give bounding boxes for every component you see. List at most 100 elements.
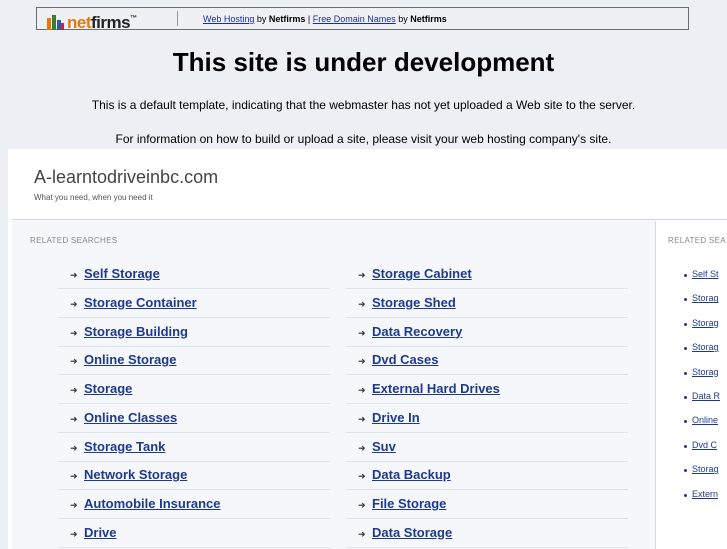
related-search-link[interactable]: Online Storage: [84, 352, 176, 367]
banner-separator: |: [305, 14, 313, 24]
arrow-icon: ➜: [358, 298, 366, 309]
list-item: ➜ Storage Tank: [58, 434, 330, 462]
page-title: This site is under development: [172, 47, 555, 77]
arrow-icon: ➜: [358, 528, 366, 539]
list-item: ➜ Network Storage: [58, 462, 330, 491]
arrow-icon: ➜: [70, 528, 78, 539]
arrow-icon: ➜: [70, 327, 78, 338]
sidebar-search-link[interactable]: Storag: [692, 318, 719, 328]
sidebar-search-link[interactable]: Dvd C: [692, 440, 717, 450]
list-item: ➜ External Hard Drives: [346, 376, 628, 404]
logo-firms-text: firms: [91, 13, 131, 32]
related-search-link[interactable]: Suv: [372, 439, 396, 454]
sidebar-related-label: RELATED SEA: [668, 236, 726, 245]
bullet-icon: [684, 420, 687, 424]
related-links-left-column: ➜ Self Storage ➜ Storage Container ➜ Storage …: [58, 261, 330, 549]
list-item: ➜ Storage Building: [58, 319, 330, 347]
related-search-link[interactable]: Storage Building: [84, 324, 188, 339]
bullet-icon: [684, 322, 687, 326]
related-search-link[interactable]: Network Storage: [84, 467, 187, 482]
arrow-icon: ➜: [70, 298, 78, 309]
sidebar-search-link[interactable]: Storag: [692, 367, 719, 377]
bullet-icon: [684, 298, 687, 302]
arrow-icon: ➜: [70, 442, 78, 453]
arrow-icon: ➜: [358, 413, 366, 424]
banner-brand-text: Netfirms: [410, 14, 447, 24]
bullet-icon: [684, 493, 687, 497]
sidebar-search-link[interactable]: Data R: [692, 391, 720, 401]
related-search-link[interactable]: Storage Shed: [372, 295, 456, 310]
sidebar-search-link[interactable]: Storag: [692, 464, 719, 474]
site-header: A-learntodriveinbc.com What you need, wh…: [12, 149, 727, 220]
arrow-icon: ➜: [358, 327, 366, 338]
related-search-link[interactable]: Storage Container: [84, 295, 197, 310]
list-item: ➜ File Storage: [346, 491, 628, 519]
bullet-icon: [684, 274, 687, 277]
netfirms-logo[interactable]: netfirms™: [47, 9, 137, 32]
related-searches-panel: RELATED SEARCHES ➜ Self Storage ➜ Storage C…: [12, 221, 656, 549]
banner-links: Web Hosting by Netfirms | Free Domain Na…: [203, 13, 447, 25]
related-search-link[interactable]: Data Backup: [372, 467, 451, 482]
list-item: ➜ Storage Container: [58, 290, 330, 318]
related-search-link[interactable]: Dvd Cases: [372, 352, 438, 367]
sidebar-search-link[interactable]: Self St: [692, 269, 719, 279]
arrow-icon: ➜: [70, 413, 78, 424]
arrow-icon: ➜: [358, 500, 366, 510]
related-search-link[interactable]: External Hard Drives: [372, 381, 500, 396]
arrow-icon: ➜: [358, 385, 366, 395]
list-item: ➜ Storage: [58, 376, 330, 404]
related-search-link[interactable]: Storage Cabinet: [372, 266, 472, 281]
list-item: ➜ Automobile Insurance: [58, 491, 330, 519]
parked-page-frame: A-learntodriveinbc.com What you need, wh…: [8, 149, 727, 549]
banner-by-text: by: [254, 14, 269, 24]
web-hosting-link[interactable]: Web Hosting: [203, 14, 254, 24]
related-search-link[interactable]: File Storage: [372, 496, 446, 511]
list-item: ➜ Suv: [346, 434, 628, 462]
sidebar-search-link[interactable]: Extern: [692, 489, 718, 499]
sidebar-search-link[interactable]: Online: [692, 415, 718, 425]
banner-by-text: by: [395, 14, 411, 24]
related-search-link[interactable]: Storage: [84, 381, 132, 396]
related-search-link[interactable]: Online Classes: [84, 410, 177, 425]
site-title[interactable]: A-learntodriveinbc.com: [34, 167, 218, 188]
banner-brand-text: Netfirms: [268, 14, 306, 24]
arrow-icon: ➜: [70, 500, 78, 510]
related-search-link[interactable]: Data Storage: [372, 525, 452, 540]
list-item: ➜ Dvd Cases: [346, 347, 628, 376]
related-search-link[interactable]: Automobile Insurance: [84, 496, 221, 511]
banner-divider: [177, 11, 178, 26]
sidebar-search-link[interactable]: Storag: [692, 342, 719, 352]
related-search-link[interactable]: Self Storage: [84, 266, 160, 281]
site-tagline: What you need, when you need it: [34, 193, 153, 202]
list-item: ➜ Data Storage: [346, 520, 628, 548]
sidebar-related-searches: RELATED SEA Self St Storag Storag Storag Sto…: [664, 221, 727, 549]
list-item: ➜ Storage Shed: [346, 290, 628, 318]
arrow-icon: ➜: [70, 356, 78, 367]
list-item: ➜ Data Recovery: [346, 319, 628, 347]
arrow-icon: ➜: [358, 471, 366, 482]
logo-net-text: net: [67, 13, 92, 32]
arrow-icon: ➜: [70, 385, 78, 395]
list-item: ➜ Drive In: [346, 405, 628, 433]
arrow-icon: ➜: [358, 442, 366, 453]
list-item: ➜ Storage Cabinet: [346, 261, 628, 289]
bullet-icon: [684, 371, 687, 375]
related-search-link[interactable]: Data Recovery: [372, 324, 462, 339]
hosting-info-notice: For information on how to build or uploa…: [115, 132, 612, 146]
list-item: ➜ Drive: [58, 520, 330, 548]
related-search-link[interactable]: Drive In: [372, 410, 420, 425]
bullet-icon: [684, 469, 687, 473]
list-item: ➜ Self Storage: [58, 261, 330, 289]
arrow-icon: ➜: [70, 471, 78, 482]
free-domain-names-link[interactable]: Free Domain Names: [313, 14, 396, 24]
sidebar-search-link[interactable]: Storag: [692, 293, 719, 303]
related-search-link[interactable]: Storage Tank: [84, 439, 165, 454]
arrow-icon: ➜: [70, 270, 78, 280]
list-item: ➜ Data Backup: [346, 462, 628, 491]
bullet-icon: [684, 395, 687, 399]
bullet-icon: [684, 444, 687, 448]
related-links-right-column: ➜ Storage Cabinet ➜ Storage Shed ➜ Data Recov…: [346, 261, 628, 549]
related-search-link[interactable]: Drive: [84, 525, 117, 540]
list-item: ➜ Online Classes: [58, 405, 330, 433]
netfirms-banner: netfirms™ Web Hosting by Netfirms | Free…: [36, 7, 689, 32]
